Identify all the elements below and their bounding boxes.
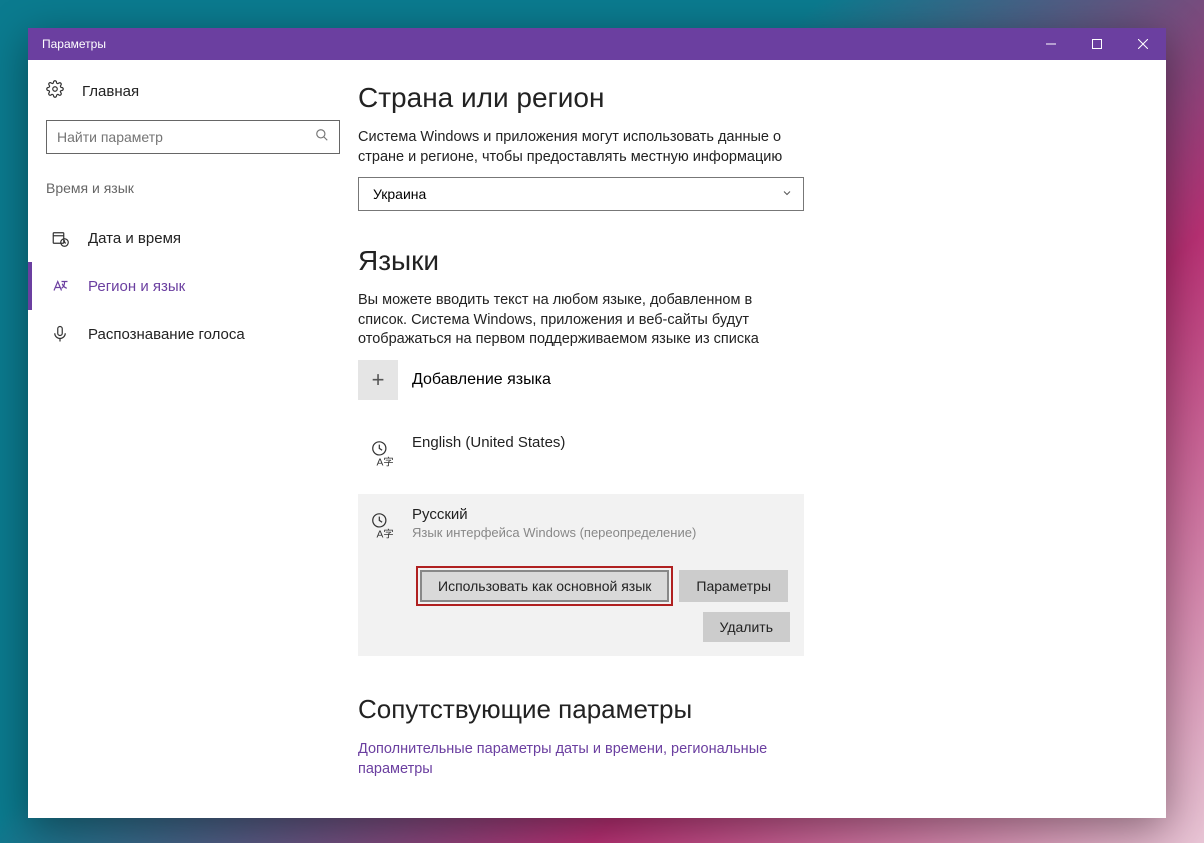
main-content: Страна или регион Система Windows и прил… — [358, 60, 1166, 818]
set-default-button[interactable]: Использовать как основной язык — [420, 570, 669, 602]
language-item-russian[interactable]: A字 Русский Язык интерфейса Windows (пере… — [358, 494, 804, 656]
related-heading: Сопутствующие параметры — [358, 694, 1126, 725]
titlebar[interactable]: Параметры — [28, 28, 1166, 60]
language-pack-icon: A字 — [364, 434, 404, 474]
minimize-button[interactable] — [1028, 28, 1074, 60]
plus-icon: + — [358, 360, 398, 400]
search-icon — [315, 128, 329, 147]
language-subtitle: Язык интерфейса Windows (переопределение… — [412, 525, 794, 540]
related-link[interactable]: Дополнительные параметры даты и времени,… — [358, 739, 798, 780]
nav-item-speech[interactable]: Распознавание голоса — [28, 310, 358, 358]
window-controls — [1028, 28, 1166, 60]
nav-label: Регион и язык — [88, 278, 185, 295]
country-selected: Украина — [373, 186, 781, 202]
nav-item-date-time[interactable]: Дата и время — [28, 214, 358, 262]
nav-label: Распознавание голоса — [88, 326, 245, 343]
sidebar: Главная Время и язык Дата и время Ре — [28, 60, 358, 818]
language-item-english[interactable]: A字 English (United States) — [358, 424, 804, 484]
search-input[interactable] — [57, 129, 315, 145]
calendar-clock-icon — [50, 229, 70, 247]
language-name: English (United States) — [412, 434, 798, 451]
svg-text:A字: A字 — [377, 527, 394, 540]
microphone-icon — [50, 325, 70, 343]
settings-window: Параметры Главная — [28, 28, 1166, 818]
add-language-label: Добавление языка — [412, 371, 551, 389]
gear-icon — [46, 80, 64, 102]
language-icon — [50, 277, 70, 295]
nav-label: Дата и время — [88, 230, 181, 247]
nav-item-region-language[interactable]: Регион и язык — [28, 262, 358, 310]
languages-desc: Вы можете вводить текст на любом языке, … — [358, 291, 798, 350]
chevron-down-icon — [781, 186, 793, 202]
language-name: Русский — [412, 506, 794, 523]
window-body: Главная Время и язык Дата и время Ре — [28, 60, 1166, 818]
maximize-button[interactable] — [1074, 28, 1120, 60]
home-label: Главная — [82, 83, 139, 100]
country-dropdown[interactable]: Украина — [358, 177, 804, 211]
add-language-button[interactable]: + Добавление языка — [358, 360, 804, 400]
svg-text:A字: A字 — [377, 455, 394, 468]
languages-heading: Языки — [358, 245, 1126, 277]
region-heading: Страна или регион — [358, 82, 1126, 114]
language-options-button[interactable]: Параметры — [679, 570, 788, 602]
home-link[interactable]: Главная — [28, 78, 358, 116]
search-box[interactable] — [46, 120, 340, 154]
language-pack-icon: A字 — [364, 506, 404, 546]
close-button[interactable] — [1120, 28, 1166, 60]
remove-language-button[interactable]: Удалить — [703, 612, 790, 642]
region-desc: Система Windows и приложения могут испол… — [358, 128, 798, 167]
window-title: Параметры — [42, 37, 1028, 51]
sidebar-group-label: Время и язык — [28, 170, 358, 214]
